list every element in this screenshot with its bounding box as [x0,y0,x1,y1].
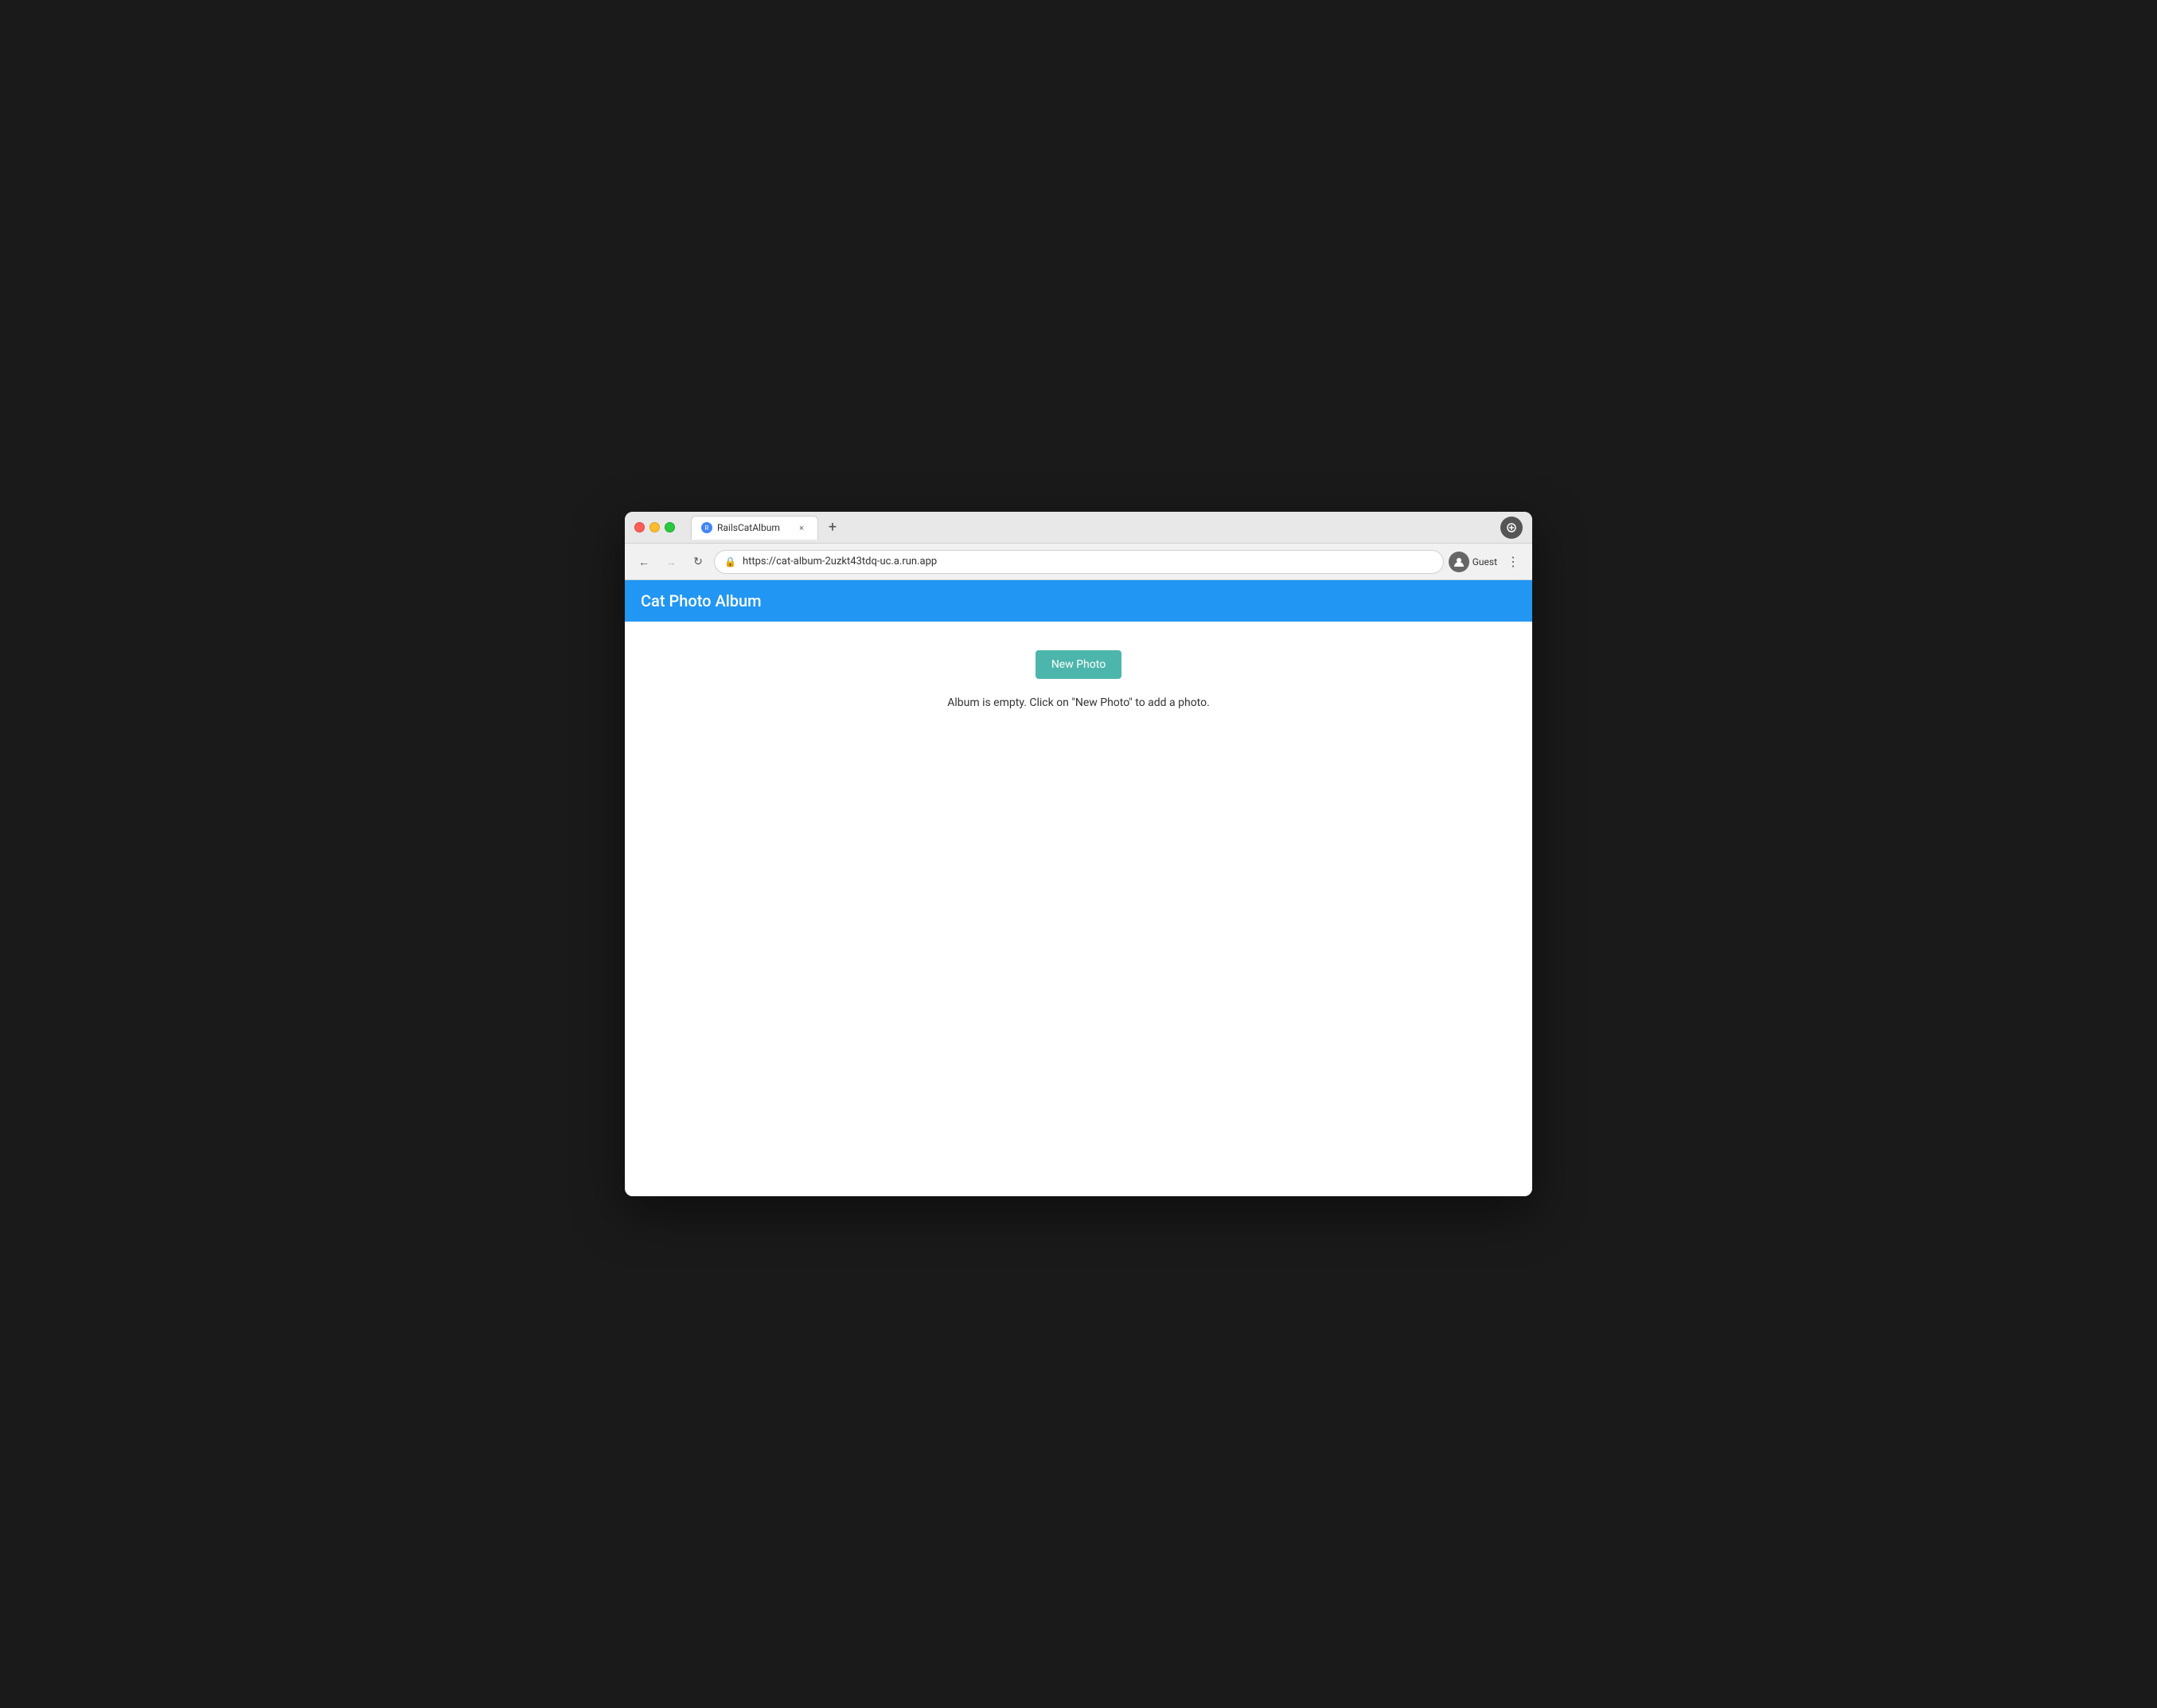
address-bar[interactable]: 🔒 https://cat-album-2uzkt43tdq-uc.a.run.… [714,550,1444,574]
app-container: Cat Photo Album New Photo Album is empty… [625,580,1532,1196]
browser-window: R RailsCatAlbum × + ← → ↻ [625,512,1532,1196]
reload-icon: ↻ [693,555,703,568]
tab-close-button[interactable]: × [795,521,808,534]
profile-icon [1449,552,1469,572]
profile-label: Guest [1472,556,1497,567]
new-photo-button[interactable]: New Photo [1036,650,1121,679]
reload-button[interactable]: ↻ [687,551,709,573]
close-button[interactable] [634,522,645,532]
app-title: Cat Photo Album [641,591,762,610]
maximize-button[interactable] [665,522,675,532]
profile-area[interactable]: Guest [1449,552,1497,572]
nav-bar: ← → ↻ 🔒 https://cat-album-2uzkt43tdq-uc.… [625,544,1532,580]
title-bar: R RailsCatAlbum × + [625,512,1532,544]
tab-favicon: R [701,522,712,533]
new-tab-button[interactable]: + [821,517,844,539]
browser-circle-button[interactable] [1500,517,1523,539]
traffic-lights [634,522,675,532]
back-button[interactable]: ← [633,551,655,573]
tab-bar: R RailsCatAlbum × + [691,516,1494,540]
tab-favicon-letter: R [705,524,709,532]
forward-icon: → [665,556,677,568]
app-header: Cat Photo Album [625,580,1532,622]
browser-controls-right [1500,517,1523,539]
app-body: New Photo Album is empty. Click on "New … [625,622,1532,1196]
lock-icon: 🔒 [724,556,736,567]
tab-title: RailsCatAlbum [717,522,790,533]
more-options-button[interactable]: ⋮ [1502,551,1524,573]
empty-album-message: Album is empty. Click on "New Photo" to … [947,696,1210,709]
minimize-button[interactable] [649,522,660,532]
forward-button[interactable]: → [660,551,682,573]
browser-tab[interactable]: R RailsCatAlbum × [691,516,818,540]
back-icon: ← [638,556,649,568]
address-text: https://cat-album-2uzkt43tdq-uc.a.run.ap… [743,556,1433,567]
